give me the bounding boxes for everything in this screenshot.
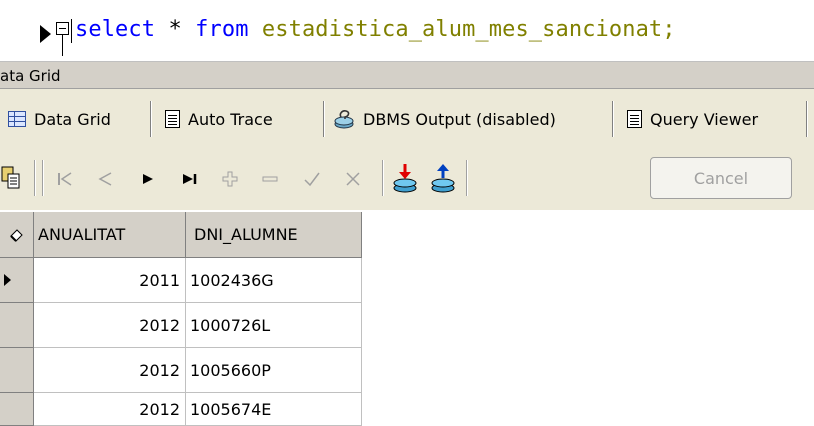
tab-label: Query Viewer bbox=[650, 109, 759, 129]
pencil-icon bbox=[9, 228, 23, 242]
next-record-icon[interactable] bbox=[133, 165, 163, 193]
text-cursor bbox=[71, 19, 72, 43]
sql-keyword-select: select bbox=[75, 17, 156, 42]
grid-corner[interactable] bbox=[0, 212, 34, 258]
cell-anualitat[interactable]: 2012 bbox=[34, 393, 186, 426]
cancel-edit-icon[interactable] bbox=[338, 165, 368, 193]
toolbar-divider bbox=[34, 160, 36, 196]
import-icon[interactable] bbox=[390, 161, 420, 195]
row-indicator[interactable] bbox=[0, 258, 34, 303]
row-indicator[interactable] bbox=[0, 393, 34, 426]
cell-dni-alumne[interactable]: 1005674E bbox=[186, 393, 362, 426]
results-caption: ata Grid bbox=[0, 67, 61, 85]
copy-icon[interactable] bbox=[0, 163, 22, 193]
prior-record-icon[interactable] bbox=[90, 165, 120, 193]
tab-divider bbox=[806, 101, 808, 137]
tab-label: Auto Trace bbox=[188, 109, 273, 129]
row-indicator[interactable] bbox=[0, 348, 34, 393]
sql-editor[interactable]: select * from estadistica_alum_mes_sanci… bbox=[0, 0, 814, 56]
current-statement-arrow-icon bbox=[40, 25, 51, 43]
grid-toolbar: Cancel bbox=[0, 151, 814, 210]
cell-dni-alumne[interactable]: 1005660P bbox=[186, 348, 362, 393]
current-row-arrow-icon bbox=[4, 274, 11, 286]
dbms-output-icon bbox=[333, 108, 355, 130]
results-grid[interactable]: ANUALITAT DNI_ALUMNE 2011 1002436G 2012 … bbox=[0, 212, 362, 426]
last-record-icon[interactable] bbox=[173, 165, 207, 193]
export-icon[interactable] bbox=[428, 161, 458, 195]
fold-guide-line bbox=[62, 35, 63, 56]
insert-record-icon[interactable] bbox=[215, 165, 245, 193]
grid-icon bbox=[8, 111, 26, 127]
cell-anualitat[interactable]: 2011 bbox=[34, 258, 186, 303]
cell-dni-alumne[interactable]: 1000726L bbox=[186, 303, 362, 348]
sql-table-name: estadistica_alum_mes_sancionat; bbox=[261, 17, 676, 42]
cell-anualitat[interactable]: 2012 bbox=[34, 303, 186, 348]
sql-statement[interactable]: select * from estadistica_alum_mes_sanci… bbox=[75, 17, 676, 42]
tab-dbms-output[interactable]: DBMS Output (disabled) bbox=[333, 100, 556, 138]
cell-dni-alumne[interactable]: 1002436G bbox=[186, 258, 362, 303]
document-icon bbox=[627, 110, 642, 128]
toolbar-divider bbox=[382, 160, 384, 196]
tab-label: DBMS Output (disabled) bbox=[363, 109, 556, 129]
row-indicator[interactable] bbox=[0, 303, 34, 348]
column-header-anualitat[interactable]: ANUALITAT bbox=[34, 212, 186, 258]
post-edit-icon[interactable] bbox=[297, 165, 327, 193]
cell-anualitat[interactable]: 2012 bbox=[34, 348, 186, 393]
tab-query-viewer[interactable]: Query Viewer bbox=[627, 100, 758, 138]
results-tab-strip: Data Grid Auto Trace DBMS Output (disabl… bbox=[0, 89, 814, 151]
tab-label: Data Grid bbox=[34, 109, 111, 129]
first-record-icon[interactable] bbox=[50, 165, 80, 193]
toolbar-divider bbox=[466, 160, 468, 196]
tab-divider bbox=[612, 101, 614, 137]
sql-star: * bbox=[168, 17, 182, 42]
delete-record-icon[interactable] bbox=[255, 165, 285, 193]
cancel-button[interactable]: Cancel bbox=[650, 157, 792, 199]
results-caption-bar: ata Grid bbox=[0, 61, 814, 89]
tab-divider bbox=[150, 101, 152, 137]
column-header-dni-alumne[interactable]: DNI_ALUMNE bbox=[186, 212, 362, 258]
toolbar-divider bbox=[42, 160, 44, 196]
document-icon bbox=[165, 110, 180, 128]
tab-data-grid[interactable]: Data Grid bbox=[8, 100, 111, 138]
sql-keyword-from: from bbox=[195, 17, 249, 42]
collapse-block-icon[interactable] bbox=[56, 22, 69, 35]
tab-auto-trace[interactable]: Auto Trace bbox=[165, 100, 273, 138]
tab-divider bbox=[323, 101, 325, 137]
